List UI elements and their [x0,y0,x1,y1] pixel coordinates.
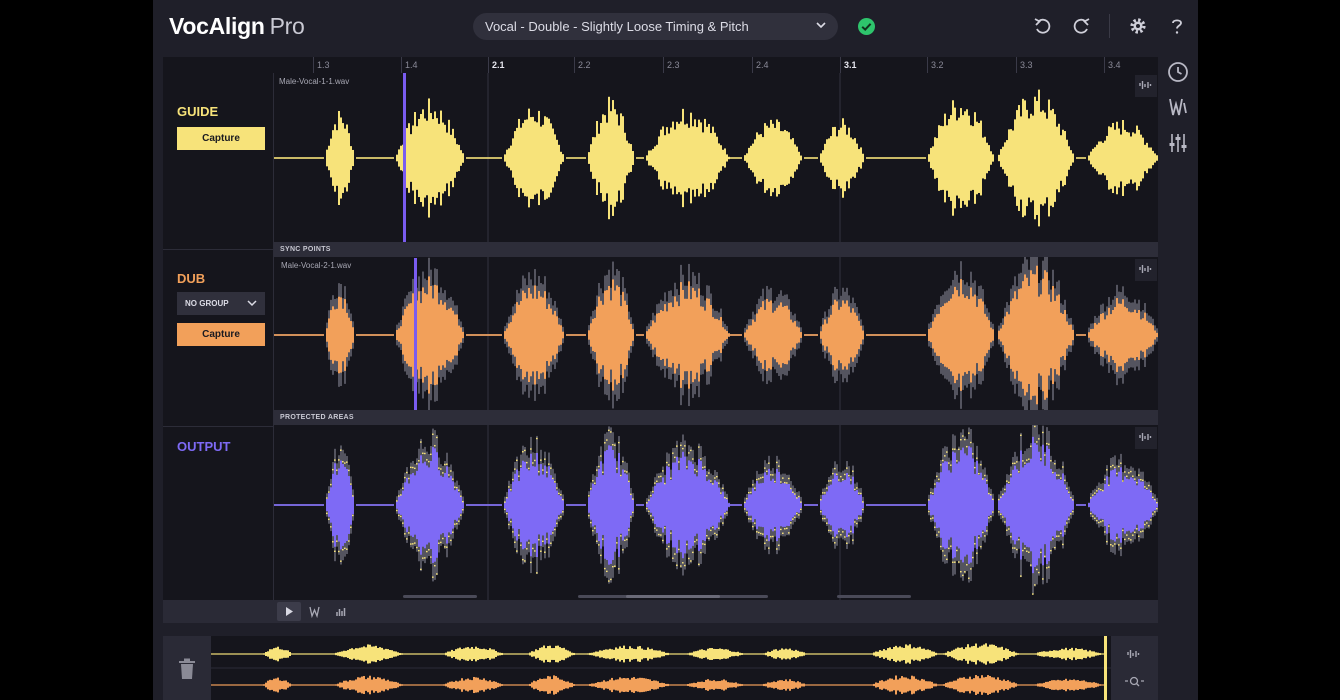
dub-playhead[interactable] [414,258,417,410]
preset-dropdown[interactable]: Vocal - Double - Slightly Loose Timing &… [473,13,838,40]
history-icon[interactable] [1166,60,1190,84]
lane-divider [163,249,273,250]
transport-bar [163,600,1158,623]
dub-capture-button[interactable]: Capture [177,323,265,346]
ruler-tick: 2.1 [488,57,505,73]
output-waveform [274,415,1158,595]
app-logo: VocAlign Pro [169,13,305,40]
group-dropdown-label: NO GROUP [185,299,229,308]
dub-lane-options[interactable] [1135,259,1157,281]
ruler-tick: 3.4 [1104,57,1121,73]
lane-labels: GUIDE Capture DUB NO GROUP Capture OUTPU… [163,73,274,600]
ruler-tick: 3.2 [927,57,944,73]
play-icon [286,607,293,616]
ruler-tick: 2.3 [663,57,680,73]
top-bar: VocAlign Pro Vocal - Double - Slightly Lo… [153,0,1198,52]
lanes-area: GUIDE Capture DUB NO GROUP Capture OUTPU… [163,73,1158,600]
redo-icon[interactable] [1070,15,1092,37]
overview-waveforms[interactable] [211,636,1111,700]
toolbar-separator [1109,14,1110,38]
warp-icon [309,606,320,619]
guide-lane-options[interactable] [1135,75,1157,97]
chevron-down-icon [816,22,826,29]
undo-icon[interactable] [1032,15,1054,37]
waveform-view-icon [1139,81,1152,89]
horizontal-scrollbar[interactable] [837,595,911,598]
trash-icon[interactable] [177,658,197,680]
ruler-tick: 3.1 [840,57,857,73]
overview-panel [163,636,1158,700]
spectrum-button[interactable] [329,602,353,621]
sync-points-strip[interactable]: SYNC POINTS [274,242,1158,257]
output-lane-title: OUTPUT [177,439,231,454]
ruler-tick: 1.4 [401,57,418,73]
waveform-view-icon[interactable] [1123,647,1145,663]
app-edition: Pro [269,13,305,39]
ruler-tick: 3.3 [1016,57,1033,73]
bars-icon [336,608,346,616]
mixer-sliders-icon[interactable] [1166,131,1190,155]
waveform-view-icon [1139,433,1152,441]
zoom-icon[interactable] [1123,674,1145,690]
warp-icon[interactable] [1166,95,1190,119]
guide-lane-title: GUIDE [177,104,219,119]
group-dropdown[interactable]: NO GROUP [177,292,265,315]
vocalign-window: VocAlign Pro Vocal - Double - Slightly Lo… [153,0,1198,700]
gear-icon[interactable] [1127,15,1149,37]
waveform-display[interactable] [274,73,1158,600]
protected-areas-strip[interactable]: PROTECTED AREAS [274,410,1158,425]
lane-divider [163,426,273,427]
preset-label: Vocal - Double - Slightly Loose Timing &… [485,19,749,34]
guide-capture-button[interactable]: Capture [177,127,265,150]
sync-points-label: SYNC POINTS [280,246,331,253]
scroll-thumb[interactable] [626,595,720,598]
warp-mode-button[interactable] [303,602,327,621]
help-icon[interactable] [1166,15,1188,37]
ruler-tick: 2.4 [752,57,769,73]
dub-lane-title: DUB [177,271,206,286]
ruler-tick: 1.3 [313,57,330,73]
play-button[interactable] [277,602,301,621]
guide-playhead[interactable] [403,73,406,243]
protected-areas-label: PROTECTED AREAS [280,414,354,421]
guide-waveform [274,89,1158,227]
waveform-view-icon [1139,265,1152,273]
side-panel [1158,52,1198,700]
check-circle-icon [858,18,875,35]
guide-filename: Male-Vocal-1-1.wav [279,77,350,86]
dub-waveform [274,244,1158,426]
horizontal-scrollbar[interactable] [403,595,477,598]
chevron-down-icon [247,300,257,307]
output-lane-options[interactable] [1135,427,1157,449]
dub-filename: Male-Vocal-2-1.wav [281,261,352,270]
app-name: VocAlign [169,13,265,39]
timeline-ruler[interactable]: 1.3 1.4 2.1 2.2 2.3 2.4 3.1 3.2 3.3 3.4 [163,57,1158,73]
ruler-tick: 2.2 [574,57,591,73]
